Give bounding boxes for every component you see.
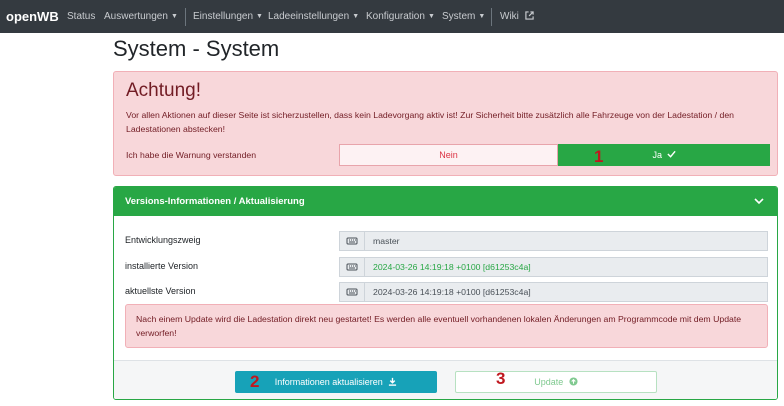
- keyboard-icon: [339, 231, 365, 251]
- yes-button[interactable]: Ja: [558, 144, 770, 166]
- version-card-title: Versions-Informationen / Aktualisierung: [125, 196, 305, 207]
- update-warning-note: Nach einem Update wird die Ladestation d…: [125, 304, 768, 348]
- caret-down-icon: ▼: [352, 13, 360, 20]
- annotation-marker: 1: [594, 147, 604, 166]
- nav-ladeeinstellungen[interactable]: Ladeeinstellungen ▼: [268, 11, 359, 22]
- latest-version-field: 2024-03-26 14:19:18 +0100 [d61253c4a]: [364, 282, 768, 302]
- nav-konfiguration[interactable]: Konfiguration ▼: [366, 11, 435, 22]
- caret-down-icon: ▼: [170, 13, 178, 20]
- warning-card: Achtung! Vor allen Aktionen auf dieser S…: [113, 71, 778, 176]
- branch-field: master: [364, 231, 768, 251]
- nav-system[interactable]: System ▼: [442, 11, 485, 22]
- installed-version-field: 2024-03-26 14:19:18 +0100 [d61253c4a]: [364, 257, 768, 277]
- warning-text: Vor allen Aktionen auf dieser Seite ist …: [126, 110, 734, 134]
- latest-version-label: aktuellste Version: [125, 286, 196, 296]
- version-card: Versions-Informationen / Aktualisierung …: [113, 186, 778, 400]
- annotation-marker: 3: [496, 369, 506, 388]
- caret-down-icon: ▼: [478, 13, 486, 20]
- nav-status[interactable]: Status: [67, 11, 95, 22]
- keyboard-icon: [339, 257, 365, 277]
- version-card-footer: [114, 360, 777, 399]
- check-icon: [666, 150, 676, 158]
- keyboard-icon: [339, 282, 365, 302]
- navbar: openWB Status Auswertungen ▼ Einstellunge…: [0, 0, 784, 33]
- no-button[interactable]: Nein: [339, 144, 558, 166]
- warning-confirm-label: Ich habe die Warnung verstanden: [126, 150, 257, 160]
- download-icon: [389, 377, 397, 386]
- external-link-icon: [524, 11, 534, 20]
- nav-divider: [491, 8, 492, 26]
- nav-wiki[interactable]: Wiki: [500, 11, 534, 22]
- annotation-marker: 2: [250, 372, 260, 391]
- brand-logo[interactable]: openWB: [6, 9, 59, 24]
- caret-down-icon: ▼: [427, 13, 435, 20]
- nav-auswertungen[interactable]: Auswertungen ▼: [104, 11, 178, 22]
- caret-down-icon: ▼: [256, 13, 263, 20]
- page-title: System - System: [113, 36, 280, 61]
- installed-version-label: installierte Version: [125, 261, 199, 271]
- nav-divider: [185, 8, 186, 26]
- nav-einstellungen[interactable]: Einstellungen ▼: [193, 11, 263, 22]
- arrow-up-circle-icon: [569, 377, 578, 386]
- version-card-header[interactable]: Versions-Informationen / Aktualisierung: [114, 187, 777, 216]
- update-button[interactable]: Update: [455, 371, 657, 393]
- branch-label: Entwicklungszweig: [125, 235, 201, 245]
- chevron-down-icon[interactable]: [753, 195, 765, 207]
- warning-title: Achtung!: [126, 80, 201, 101]
- refresh-info-button[interactable]: Informationen aktualisieren: [235, 371, 437, 393]
